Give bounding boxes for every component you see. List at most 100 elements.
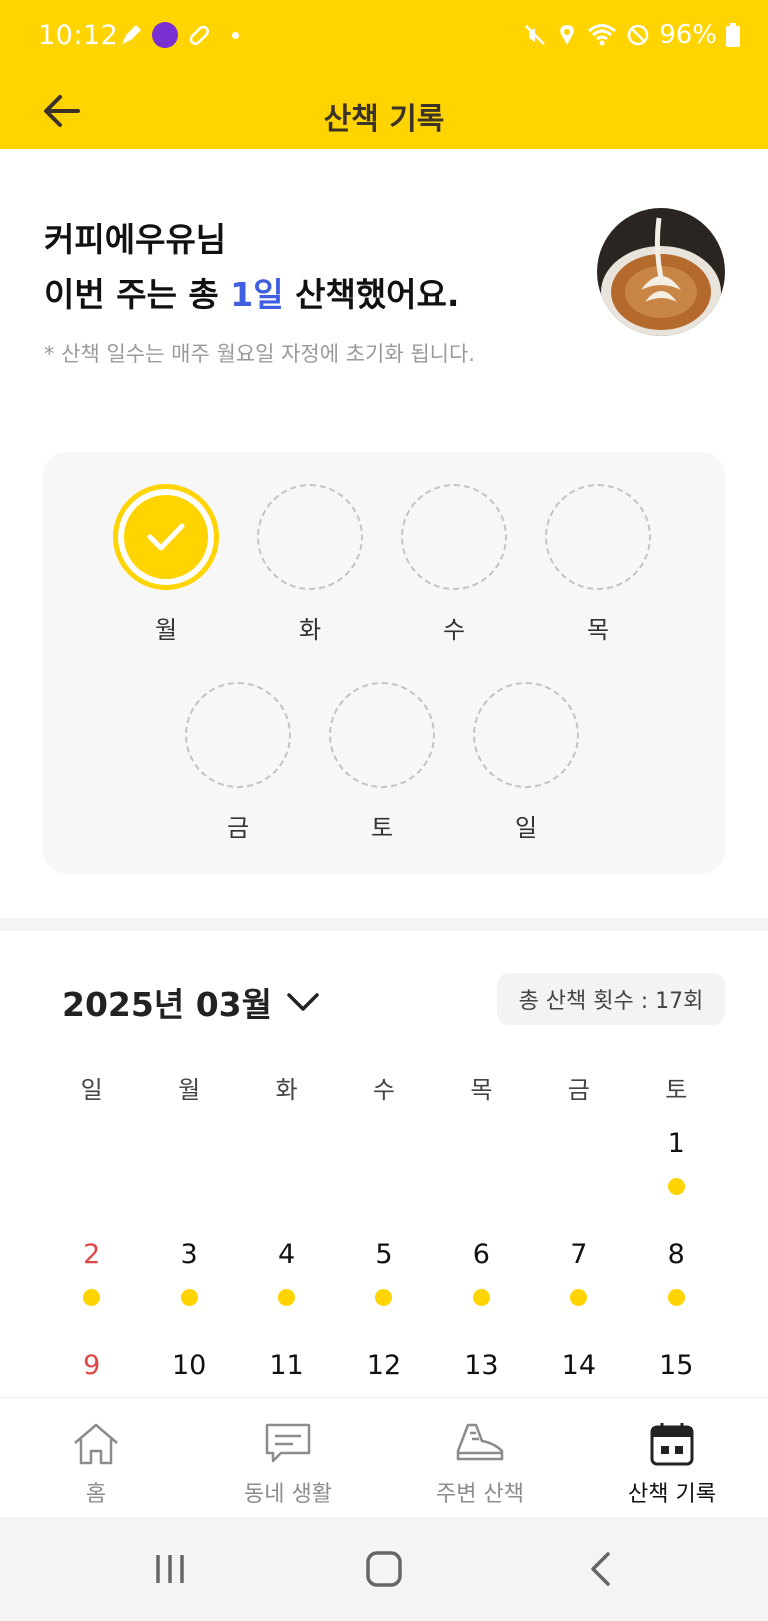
- calendar-day-number: 1: [667, 1128, 685, 1159]
- day-circle-empty: [185, 682, 291, 788]
- check-icon: [147, 523, 185, 551]
- weekday-label: 토: [665, 1076, 688, 1104]
- nav-label: 산책 기록: [628, 1482, 716, 1507]
- reset-note: * 산책 일수는 매주 월요일 자정에 초기화 됩니다.: [44, 342, 475, 366]
- nav-label: 홈: [85, 1482, 107, 1507]
- day-circle-empty: [329, 682, 435, 788]
- nav-label: 동네 생활: [244, 1482, 332, 1507]
- calendar-empty-cell: [238, 1128, 335, 1238]
- system-back-button[interactable]: [574, 1547, 626, 1591]
- total-walk-count-badge: 총 산책 횟수 : 17회: [497, 973, 725, 1025]
- calendar-day-number: 15: [659, 1350, 694, 1381]
- calendar-day-cell[interactable]: 6: [433, 1239, 530, 1349]
- mute-icon: [525, 25, 546, 45]
- home-button[interactable]: [358, 1547, 410, 1591]
- day-label: 수: [442, 616, 466, 644]
- calendar-empty-cell: [140, 1128, 237, 1238]
- day-circle-empty: [545, 484, 651, 590]
- walk-marker-dot: [180, 1289, 198, 1306]
- day-circle-empty: [257, 484, 363, 590]
- sneaker-icon: [456, 1423, 504, 1461]
- app-bar: 산책 기록: [0, 75, 768, 149]
- chat-icon: [265, 1423, 311, 1463]
- calendar-week-row: 2 3 4 5 6 7 8: [43, 1239, 725, 1349]
- notification-icons: [118, 22, 239, 48]
- calendar-empty-cell: [433, 1128, 530, 1238]
- system-navigation-bar: [0, 1517, 768, 1621]
- status-time: 10:12: [38, 20, 119, 51]
- calendar-day-number: 4: [277, 1239, 296, 1270]
- weekday-label: 목: [470, 1076, 493, 1104]
- calendar-day-number: 11: [269, 1350, 304, 1381]
- calendar-day-cell[interactable]: 4: [238, 1239, 335, 1349]
- nav-walk-record[interactable]: 산책 기록: [576, 1398, 768, 1517]
- summary-prefix: 이번 주는 총: [44, 275, 231, 314]
- calendar-day-cell[interactable]: 3: [140, 1239, 237, 1349]
- month-label: 2025년 03월: [62, 985, 272, 1024]
- weekday-label: 금: [567, 1076, 590, 1104]
- recent-apps-button[interactable]: [144, 1547, 196, 1591]
- status-bar: 10:12 96%: [0, 0, 768, 75]
- day-monday: 월: [112, 484, 220, 645]
- recents-icon: [156, 1555, 184, 1583]
- pill-notification-icon: [189, 25, 209, 45]
- weekday-label: 일: [80, 1076, 103, 1104]
- calendar-day-cell[interactable]: 8: [628, 1239, 725, 1349]
- calendar-empty-cell: [43, 1128, 140, 1238]
- user-name: 커피에우유님: [44, 220, 227, 259]
- calendar-empty-cell: [530, 1128, 627, 1238]
- day-circle-done: [113, 484, 219, 590]
- day-saturday: 토: [328, 682, 436, 843]
- day-label: 월: [154, 616, 178, 644]
- do-not-disturb-icon: [627, 24, 649, 46]
- calendar-day-number: 3: [180, 1239, 198, 1270]
- location-icon: [560, 25, 574, 45]
- nav-nearby-walk[interactable]: 주변 산책: [384, 1398, 576, 1517]
- avatar[interactable]: [597, 208, 725, 336]
- home-icon: [74, 1423, 118, 1465]
- day-thursday: 목: [544, 484, 652, 645]
- calendar-day-cell[interactable]: 2: [43, 1239, 140, 1349]
- day-wednesday: 수: [400, 484, 508, 645]
- calendar-day-number: 5: [375, 1239, 393, 1270]
- calendar-day-number: [433, 1128, 530, 1164]
- summary-suffix: 산책했어요.: [283, 275, 460, 314]
- calendar-day-cell[interactable]: 5: [335, 1239, 432, 1349]
- day-label: 목: [586, 616, 610, 644]
- day-circle-empty: [401, 484, 507, 590]
- day-circle-empty: [473, 682, 579, 788]
- calendar-day-number: [140, 1128, 237, 1164]
- day-friday: 금: [184, 682, 292, 843]
- calendar-icon: [650, 1423, 694, 1466]
- page-title: 산책 기록: [323, 102, 445, 137]
- calendar-week-row: 1: [43, 1128, 725, 1238]
- calendar-day-cell[interactable]: 1: [628, 1128, 725, 1238]
- calendar-day-number: 12: [366, 1350, 402, 1381]
- calendar-day-number: 2: [83, 1239, 101, 1270]
- home-square-icon: [366, 1551, 402, 1587]
- nav-community[interactable]: 동네 생활: [192, 1398, 384, 1517]
- chevron-left-icon: [591, 1552, 610, 1586]
- calendar-day-number: 10: [171, 1350, 207, 1381]
- walk-marker-dot: [667, 1289, 685, 1306]
- month-selector[interactable]: 2025년 03월: [62, 978, 320, 1026]
- calendar-day-number: 8: [667, 1239, 685, 1270]
- walk-marker-dot: [570, 1289, 588, 1306]
- walk-marker-dot: [472, 1289, 490, 1306]
- day-label: 화: [298, 616, 322, 644]
- calendar-day-number: [530, 1128, 627, 1164]
- app-notification-icon: [152, 22, 178, 48]
- nav-home[interactable]: 홈: [0, 1398, 192, 1517]
- weekly-summary: 이번 주는 총 1일 산책했어요.: [44, 267, 459, 322]
- weekday-label: 수: [372, 1076, 396, 1104]
- calendar-day-number: 13: [464, 1350, 499, 1381]
- weekday-label: 월: [178, 1076, 201, 1104]
- calendar-day-number: 9: [83, 1350, 101, 1381]
- bottom-navigation: 홈 동네 생활 주변 산책 산책 기록: [0, 1397, 768, 1517]
- calendar-day-number: 14: [561, 1350, 596, 1381]
- status-right: 96%: [523, 20, 740, 50]
- calendar-day-number: [238, 1128, 335, 1164]
- day-tuesday: 화: [256, 484, 364, 645]
- calendar-day-number: 6: [472, 1239, 490, 1270]
- calendar-day-cell[interactable]: 7: [530, 1239, 627, 1349]
